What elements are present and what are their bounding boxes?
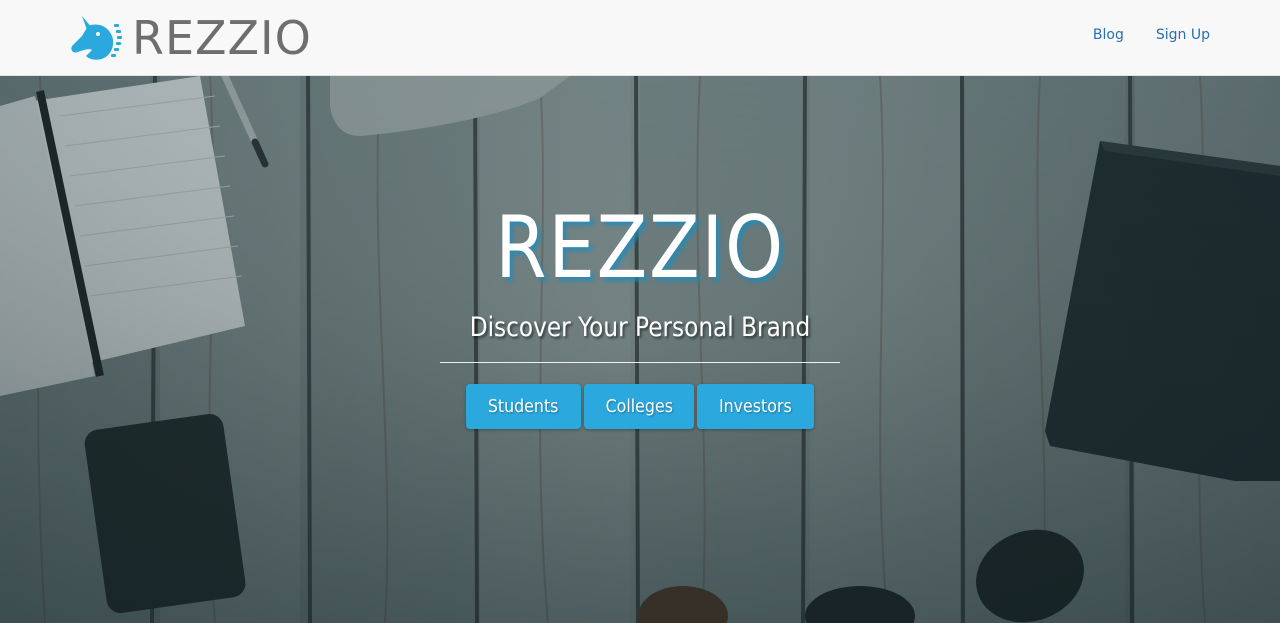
hero-content: REZZIO Discover Your Personal Brand Stud… (0, 192, 1280, 429)
investors-button[interactable]: Investors (697, 384, 814, 429)
top-navbar: REZZIO Blog Sign Up (0, 0, 1280, 76)
hero-title: REZZIO (495, 198, 785, 298)
audience-button-group: Students Colleges Investors (0, 384, 1280, 429)
nav-link-blog[interactable]: Blog (1093, 24, 1124, 46)
hero-divider (440, 362, 840, 363)
brand-logo-link[interactable]: REZZIO (68, 12, 312, 64)
nav-link-sign-up[interactable]: Sign Up (1156, 24, 1210, 46)
brand-name: REZZIO (132, 11, 312, 65)
unicorn-head-icon (71, 16, 122, 60)
colleges-button-label: Colleges (605, 396, 673, 417)
colleges-button[interactable]: Colleges (583, 384, 695, 429)
investors-button-label: Investors (719, 396, 792, 417)
hero-subtitle: Discover Your Personal Brand (469, 312, 811, 343)
nav-links: Blog Sign Up (1093, 24, 1210, 46)
students-button-label: Students (488, 396, 559, 417)
students-button[interactable]: Students (466, 384, 581, 429)
hero-section: REZZIO Discover Your Personal Brand Stud… (0, 76, 1280, 623)
